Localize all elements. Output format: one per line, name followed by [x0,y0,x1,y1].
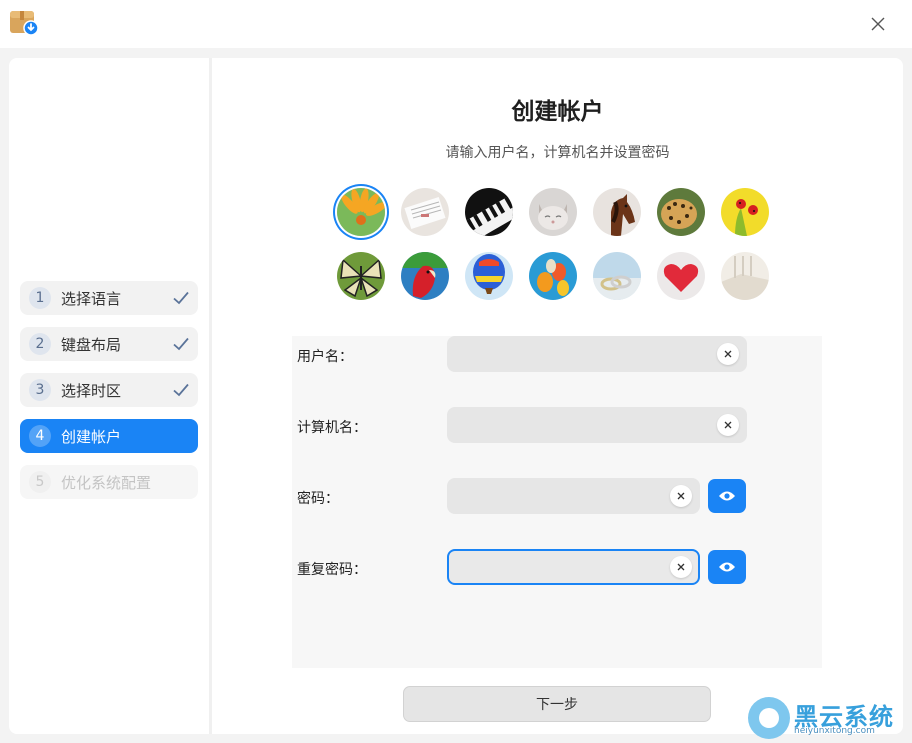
clear-username-button[interactable] [717,343,739,365]
step-number: 2 [29,333,51,355]
close-icon [677,563,685,571]
step-label: 优化系统配置 [61,473,152,492]
close-icon [677,492,685,500]
step-label: 选择时区 [61,381,122,400]
computer-name-input[interactable] [447,407,747,443]
close-button[interactable] [866,12,890,36]
step-number: 3 [29,379,51,401]
watermark: 黑云系统 heiyunxitong.com [748,697,908,741]
title-bar [0,0,912,48]
step-number: 5 [29,471,51,493]
username-label: 用户名： [297,349,353,365]
rings-avatar[interactable] [593,252,641,300]
parrot-avatar[interactable] [401,252,449,300]
ladybug-avatar[interactable] [721,188,769,236]
close-icon [724,421,732,429]
clear-repeat-password-button[interactable] [670,556,692,578]
flower-avatar[interactable] [337,188,385,236]
step-keyboard-layout[interactable]: 2 键盘布局 [20,327,198,361]
leopard-avatar[interactable] [657,188,705,236]
notebook-avatar[interactable] [401,188,449,236]
piano-avatar[interactable] [465,188,513,236]
show-repeat-password-button[interactable] [708,550,746,584]
eye-icon [719,491,735,501]
watermark-url: heiyunxitong.com [794,726,875,736]
close-icon [724,350,732,358]
close-icon [871,17,885,31]
step-optimize-system: 5 优化系统配置 [20,465,198,499]
step-number: 1 [29,287,51,309]
butterfly-avatar[interactable] [337,252,385,300]
step-number: 4 [29,425,51,447]
clear-computer-name-button[interactable] [717,414,739,436]
heart-avatar[interactable] [657,252,705,300]
room-avatar[interactable] [721,252,769,300]
computer-name-label: 计算机名： [297,420,367,436]
package-download-icon [9,9,39,37]
step-label: 键盘布局 [61,335,122,354]
step-create-account[interactable]: 4 创建帐户 [20,419,198,453]
checkmark-icon [173,337,189,351]
checkmark-icon [173,291,189,305]
balloons-avatar[interactable] [529,252,577,300]
horse-avatar[interactable] [593,188,641,236]
page-subtitle: 请输入用户名，计算机名并设置密码 [445,145,670,161]
step-label: 创建帐户 [61,427,122,446]
watermark-logo-icon [748,697,790,739]
eye-icon [719,562,735,572]
hot-air-balloon-avatar[interactable] [465,252,513,300]
next-button[interactable]: 下一步 [403,686,711,722]
checkmark-icon [173,383,189,397]
step-select-timezone[interactable]: 3 选择时区 [20,373,198,407]
username-input[interactable] [447,336,747,372]
kitten-avatar[interactable] [529,188,577,236]
password-label: 密码： [297,491,339,507]
page-title: 创建帐户 [511,99,604,125]
repeat-password-input[interactable] [447,549,700,585]
step-label: 选择语言 [61,289,122,308]
show-password-button[interactable] [708,479,746,513]
password-input[interactable] [447,478,700,514]
clear-password-button[interactable] [670,485,692,507]
repeat-password-label: 重复密码： [297,562,367,578]
step-select-language[interactable]: 1 选择语言 [20,281,198,315]
